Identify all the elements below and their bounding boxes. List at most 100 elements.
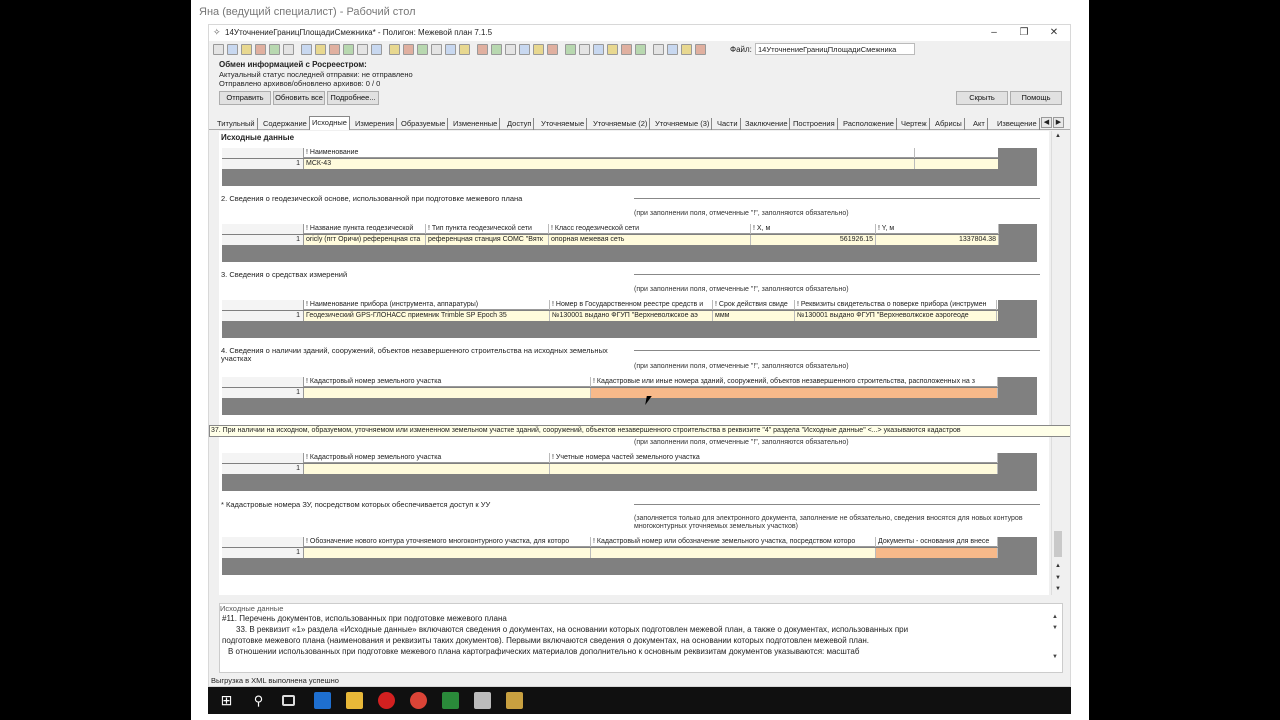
hide-button[interactable]: Скрыть [956,91,1008,105]
column-header[interactable]: ! Кадастровый номер или обозначение земе… [591,537,876,547]
toolbar-button-icon[interactable] [505,44,516,55]
table-cell[interactable]: опорная межевая сеть [549,235,751,245]
scroll-thumb[interactable] [1054,531,1062,557]
column-header[interactable]: ! Обозначение нового контура уточняемого… [304,537,591,547]
scroll-up-icon[interactable]: ▲ [1052,131,1064,141]
table-cell[interactable]: референцная станция СОМС "Вятк [426,235,549,245]
table-cell[interactable] [591,388,998,398]
toolbar-button-icon[interactable] [565,44,576,55]
toolbar-button-icon[interactable] [445,44,456,55]
toolbar-button-icon[interactable] [283,44,294,55]
content-scrollbar[interactable]: ▲ ▲ ▼ ▼ [1051,131,1063,595]
table-cell[interactable]: ммм [713,311,795,321]
tab-4[interactable]: Образуемые [399,118,449,130]
toolbar-button-icon[interactable] [301,44,312,55]
table-row[interactable]: 1 МСК-43 [222,159,998,169]
tab-11[interactable]: Заключение [743,118,791,130]
buildings-grid[interactable]: ! Кадастровый номер земельного участка! … [222,377,1037,415]
toolbar-button-icon[interactable] [533,44,544,55]
table-cell[interactable] [304,388,591,398]
tab-right-arrow-icon[interactable]: ▶ [1053,117,1064,128]
restore-icon[interactable]: ❐ [1010,25,1038,41]
toolbar-button-icon[interactable] [635,44,646,55]
folder-icon[interactable] [506,692,523,709]
search-icon[interactable]: ⚲ [250,692,267,709]
close-icon[interactable]: ✕ [1040,25,1068,41]
toolbar-button-icon[interactable] [681,44,692,55]
tab-15[interactable]: Абрисы [933,118,965,130]
scroll-down-icon[interactable]: ▼ [1052,573,1064,583]
table-row[interactable]: 1 [222,464,998,474]
table-cell[interactable] [550,464,998,474]
geodetic-grid[interactable]: ! Название пункта геодезической! Тип пун… [222,224,1037,262]
tab-0[interactable]: Титульный [215,118,258,130]
edge-icon[interactable] [314,692,331,709]
toolbar-button-icon[interactable] [315,44,326,55]
help-scroll-up-icon[interactable]: ▼ [1050,625,1060,635]
tab-6[interactable]: Доступ [505,118,535,130]
table-cell[interactable]: №130001 выдано ФГУП "Верхневолжское аэ [550,311,713,321]
file-name-field[interactable]: 14УточнениеГраницПлощадиСмежника [755,43,915,55]
toolbar-button-icon[interactable] [371,44,382,55]
column-header[interactable]: ! Тип пункта геодезической сети [426,224,549,234]
table-cell[interactable]: МСК-43 [304,159,915,169]
toolbar-button-icon[interactable] [547,44,558,55]
table-row[interactable]: 1 [222,548,998,558]
column-header[interactable]: ! Y, м [876,224,999,234]
toolbar-button-icon[interactable] [255,44,266,55]
toolbar-button-icon[interactable] [477,44,488,55]
toolbar-button-icon[interactable] [431,44,442,55]
help-scroll-up-icon[interactable]: ▲ [1050,614,1060,624]
toolbar-button-icon[interactable] [213,44,224,55]
tab-1[interactable]: Содержание [261,118,310,130]
column-header[interactable]: ! Срок действия свиде [713,300,795,310]
details-button[interactable]: Подробнее... [327,91,379,105]
scroll-down-icon[interactable]: ▲ [1052,561,1064,571]
scroll-down-icon[interactable]: ▼ [1052,584,1064,594]
table-cell[interactable]: Геодезический GPS-ГЛОНАСС приемник Trimb… [304,311,550,321]
table-cell[interactable] [876,548,998,558]
tab-9[interactable]: Уточняемые (3) [653,118,713,130]
table-cell[interactable]: 1337804.38 [876,235,999,245]
column-header[interactable]: ! Кадастровый номер земельного участка [304,453,550,463]
column-header[interactable]: ! Номер в Государственном реестре средст… [550,300,713,310]
toolbar-button-icon[interactable] [357,44,368,55]
tab-14[interactable]: Чертеж [899,118,930,130]
toolbar-button-icon[interactable] [667,44,678,55]
toolbar-button-icon[interactable] [491,44,502,55]
toolbar-button-icon[interactable] [519,44,530,55]
polygon-icon[interactable] [474,692,491,709]
table-row[interactable]: 1 Геодезический GPS-ГЛОНАСС приемник Trim… [222,311,998,321]
tab-10[interactable]: Части [715,118,741,130]
help-scroll-down-icon[interactable]: ▼ [1050,654,1060,664]
toolbar-button-icon[interactable] [343,44,354,55]
app-icon[interactable] [442,692,459,709]
column-header[interactable]: ! Реквизиты свидетельства о поверке приб… [795,300,997,310]
column-header[interactable]: ! Учетные номера частей земельного участ… [550,453,998,463]
toolbar-button-icon[interactable] [403,44,414,55]
toolbar-button-icon[interactable] [459,44,470,55]
tab-5[interactable]: Измененные [451,118,501,130]
table-cell[interactable]: oricly (пгт Оричи) референцная ста [304,235,426,245]
table-cell[interactable] [591,548,876,558]
parts-grid[interactable]: ! Кадастровый номер земельного участка! … [222,453,1037,491]
toolbar-button-icon[interactable] [607,44,618,55]
toolbar-button-icon[interactable] [389,44,400,55]
explorer-icon[interactable] [346,692,363,709]
yandex-browser-icon[interactable] [378,692,395,709]
column-header[interactable]: ! Кадастровые или иные номера зданий, со… [591,377,998,387]
send-button[interactable]: Отправить [219,91,271,105]
table-cell[interactable] [304,548,591,558]
toolbar-button-icon[interactable] [695,44,706,55]
tab-13[interactable]: Расположение [841,118,897,130]
table-cell[interactable] [304,464,550,474]
toolbar-button-icon[interactable] [621,44,632,55]
tab-8[interactable]: Уточняемые (2) [591,118,651,130]
tab-16[interactable]: Акт [971,118,988,130]
tab-7[interactable]: Уточняемые [539,118,588,130]
names-grid[interactable]: ! Наименование 1 МСК-43 [222,148,1037,186]
column-header[interactable]: ! Класс геодезической сети [549,224,751,234]
tab-left-arrow-icon[interactable]: ◀ [1041,117,1052,128]
toolbar-button-icon[interactable] [653,44,664,55]
chrome-icon[interactable] [410,692,427,709]
